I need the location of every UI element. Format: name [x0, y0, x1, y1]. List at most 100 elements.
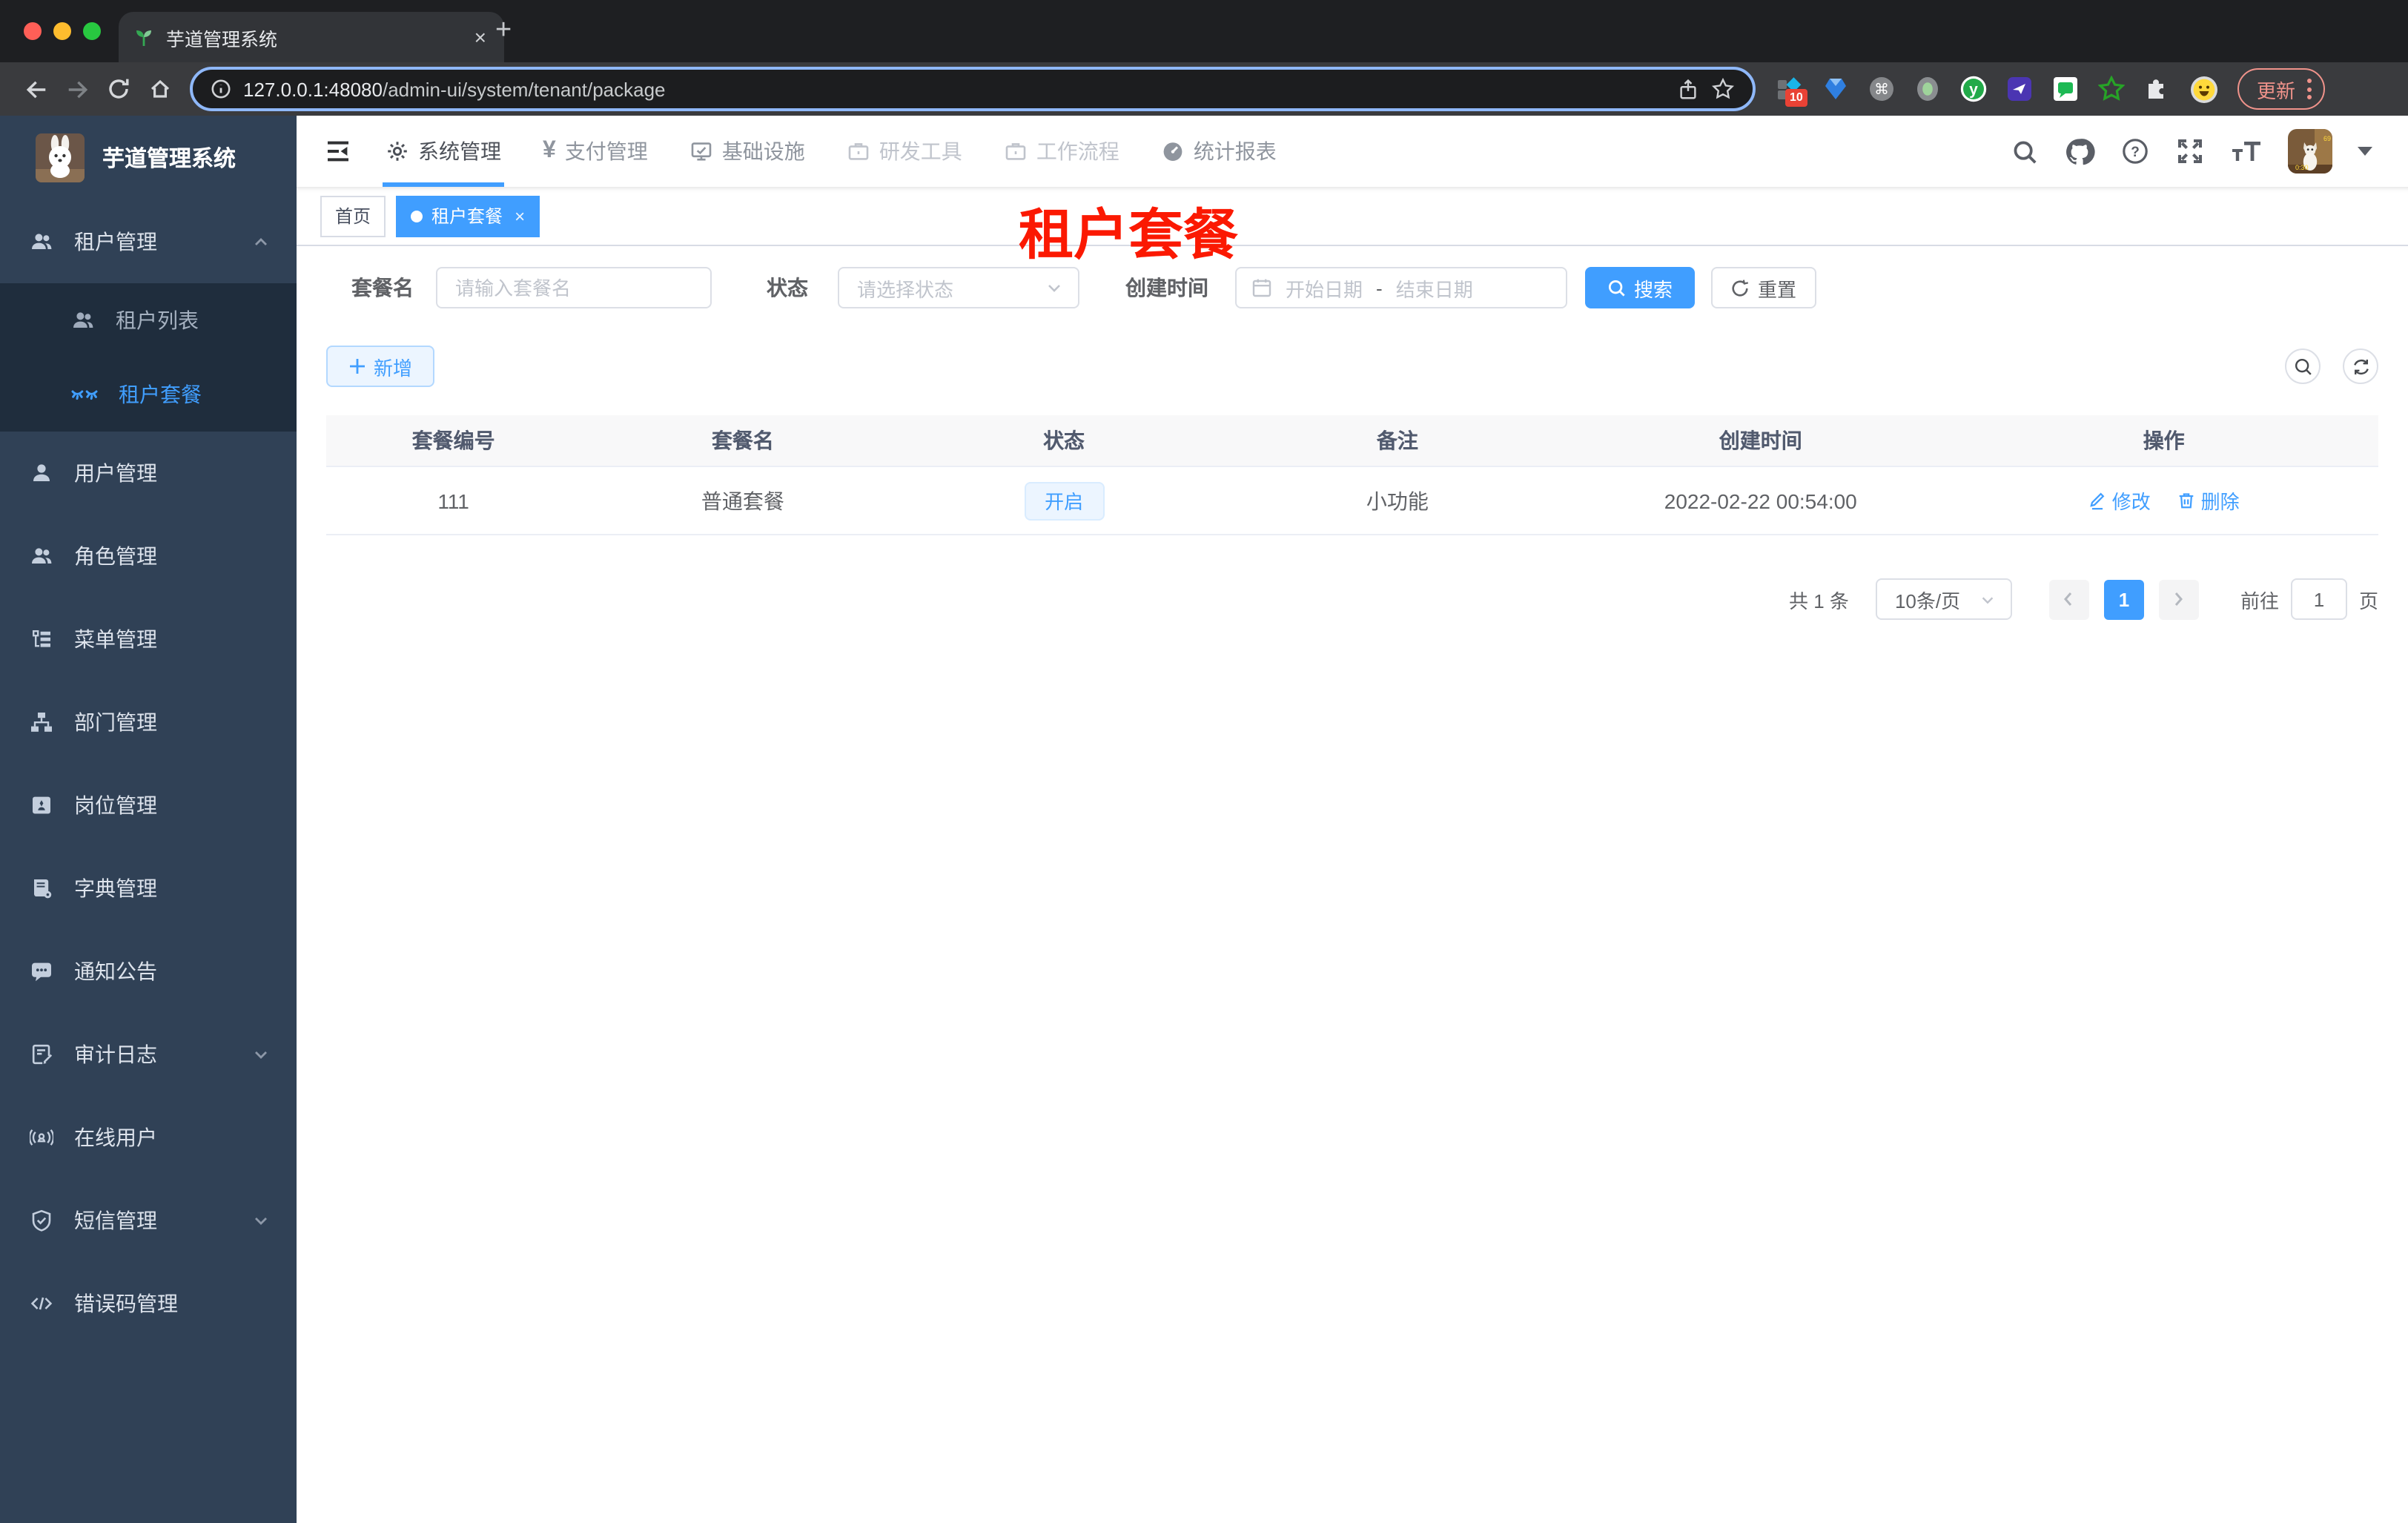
browser-tab[interactable]: 芋道管理系统 ×	[119, 12, 504, 62]
sidebar-item-tenant-list[interactable]: 租户列表	[0, 283, 297, 357]
user-avatar[interactable]: 69 0:30	[2288, 129, 2332, 174]
sidebar-item-department-management[interactable]: 部门管理	[0, 681, 297, 764]
new-tab-button[interactable]: +	[495, 16, 512, 44]
extension-tag-icon[interactable]: 10	[1776, 76, 1807, 107]
avatar-caret-icon[interactable]	[2358, 147, 2372, 156]
shield-check-icon	[30, 1209, 53, 1232]
extension-shield-icon[interactable]	[2006, 76, 2033, 102]
date-label: 创建时间	[1125, 276, 1208, 300]
name-input[interactable]	[436, 267, 712, 308]
home-icon[interactable]	[139, 68, 181, 110]
tag-home[interactable]: 首页	[320, 195, 386, 237]
topnav-system[interactable]: 系统管理	[365, 116, 522, 187]
extension-gem-icon[interactable]	[1822, 76, 1849, 102]
bookmark-star-icon[interactable]	[1711, 77, 1735, 101]
status-label: 状态	[767, 276, 808, 300]
sidebar: 芋道管理系统 租户管理 租户列表 租户套餐 用户管理 角色管理 菜单管理 部门管…	[0, 116, 297, 1523]
topnav-infrastructure[interactable]: 基础设施	[669, 116, 826, 187]
sidebar-item-audit-log[interactable]: 审计日志	[0, 1013, 297, 1096]
extension-command-icon[interactable]: ⌘	[1868, 76, 1895, 102]
search-button[interactable]: 搜索	[1585, 267, 1695, 308]
topnav-label: 支付管理	[564, 139, 648, 163]
sidebar-collapse-icon[interactable]	[311, 136, 365, 166]
next-page-button[interactable]	[2158, 579, 2199, 619]
sidebar-item-sms-management[interactable]: 短信管理	[0, 1179, 297, 1262]
sidebar-item-user-management[interactable]: 用户管理	[0, 432, 297, 515]
share-icon[interactable]	[1677, 78, 1699, 100]
sidebar-item-dict-management[interactable]: 字典管理	[0, 847, 297, 930]
tab-title: 芋道管理系统	[166, 29, 278, 50]
sidebar-item-tenant-package[interactable]: 租户套餐	[0, 357, 297, 432]
chrome-update-button[interactable]: 更新	[2237, 68, 2326, 110]
svg-text:0:30: 0:30	[2295, 164, 2309, 171]
address-bar[interactable]: 127.0.0.1:48080/admin-ui/system/tenant/p…	[190, 67, 1756, 111]
dashboard-icon	[1161, 139, 1185, 163]
topnav-label: 工作流程	[1036, 139, 1119, 163]
extension-y-icon[interactable]: y	[1960, 76, 1987, 102]
window-controls	[24, 22, 101, 40]
favicon-seedling-icon	[133, 27, 154, 47]
calendar-icon	[1251, 277, 1272, 298]
svg-text:y: y	[1969, 82, 1978, 99]
name-input-field[interactable]	[437, 277, 710, 299]
goto-page-field[interactable]	[2292, 588, 2346, 610]
sidebar-item-online-users[interactable]: 在线用户	[0, 1096, 297, 1179]
back-icon[interactable]	[15, 68, 56, 110]
sidebar-item-notice[interactable]: 通知公告	[0, 930, 297, 1013]
status-select[interactable]: 请选择状态	[838, 267, 1079, 308]
tag-close-icon[interactable]: ×	[512, 207, 525, 225]
data-table: 套餐编号 套餐名 状态 备注 创建时间 操作 111 普通套餐 开启 小功能 2…	[326, 415, 2378, 535]
sidebar-item-error-code[interactable]: 错误码管理	[0, 1262, 297, 1345]
refresh-table-button[interactable]	[2343, 348, 2378, 384]
topnav-payment[interactable]: ¥ 支付管理	[522, 116, 669, 187]
date-range-picker[interactable]: 开始日期 - 结束日期	[1235, 267, 1567, 308]
extension-puzzle-icon[interactable]	[2144, 76, 2171, 102]
delete-link[interactable]: 删除	[2177, 486, 2240, 515]
extension-oval-icon[interactable]	[1914, 76, 1941, 102]
active-dot	[411, 210, 423, 222]
hide-search-button[interactable]	[2285, 348, 2321, 384]
sidebar-item-menu-management[interactable]: 菜单管理	[0, 598, 297, 681]
users-icon	[30, 544, 53, 568]
tab-close-icon[interactable]: ×	[472, 24, 489, 50]
sidebar-item-label: 部门管理	[74, 710, 157, 734]
status-placeholder: 请选择状态	[857, 278, 954, 300]
sidebar-item-post-management[interactable]: 岗位管理	[0, 764, 297, 847]
chevron-down-icon	[252, 1045, 270, 1063]
extension-emoji-avatar[interactable]	[2190, 76, 2217, 103]
font-size-icon[interactable]	[2230, 136, 2263, 166]
sidebar-item-label: 短信管理	[74, 1209, 157, 1232]
topnav-dev-tools[interactable]: 研发工具	[826, 116, 983, 187]
help-icon[interactable]: ?	[2120, 136, 2150, 166]
add-button[interactable]: 新增	[326, 346, 434, 387]
cell-remark: 小功能	[1223, 466, 1572, 535]
search-icon[interactable]	[2011, 137, 2039, 165]
fullscreen-icon[interactable]	[2175, 136, 2205, 166]
sidebar-item-role-management[interactable]: 角色管理	[0, 515, 297, 598]
sidebar-item-label: 角色管理	[74, 544, 157, 568]
tag-tenant-package[interactable]: 租户套餐 ×	[396, 195, 540, 237]
prev-page-button[interactable]	[2048, 579, 2089, 619]
window-zoom-button[interactable]	[83, 22, 101, 40]
window-minimize-button[interactable]	[53, 22, 71, 40]
site-info-icon[interactable]	[211, 79, 231, 99]
edit-link[interactable]: 修改	[2088, 486, 2151, 515]
forward-icon[interactable]	[56, 68, 98, 110]
topnav-reports[interactable]: 统计报表	[1140, 116, 1297, 187]
github-icon[interactable]	[2064, 136, 2095, 167]
reload-icon[interactable]	[98, 68, 139, 110]
main-area: 系统管理 ¥ 支付管理 基础设施 研发工具 工作流程 统计报表 ? 69 0:3…	[297, 116, 2408, 1523]
window-close-button[interactable]	[24, 22, 42, 40]
goto-page-input[interactable]	[2290, 578, 2347, 620]
topnav-workflow[interactable]: 工作流程	[983, 116, 1140, 187]
extension-star-icon[interactable]	[2098, 76, 2125, 102]
plus-icon	[348, 357, 366, 375]
tags-view: 首页 租户套餐 ×	[297, 187, 2408, 246]
page-number-1[interactable]: 1	[2103, 579, 2144, 619]
sidebar-item-tenant-management[interactable]: 租户管理	[0, 200, 297, 283]
chrome-menu-icon[interactable]	[2307, 79, 2312, 99]
page-size-select[interactable]: 10条/页	[1875, 578, 2012, 620]
extension-chat-icon[interactable]	[2052, 76, 2079, 102]
reset-button[interactable]: 重置	[1711, 267, 1816, 308]
chevron-down-icon	[252, 1212, 270, 1229]
